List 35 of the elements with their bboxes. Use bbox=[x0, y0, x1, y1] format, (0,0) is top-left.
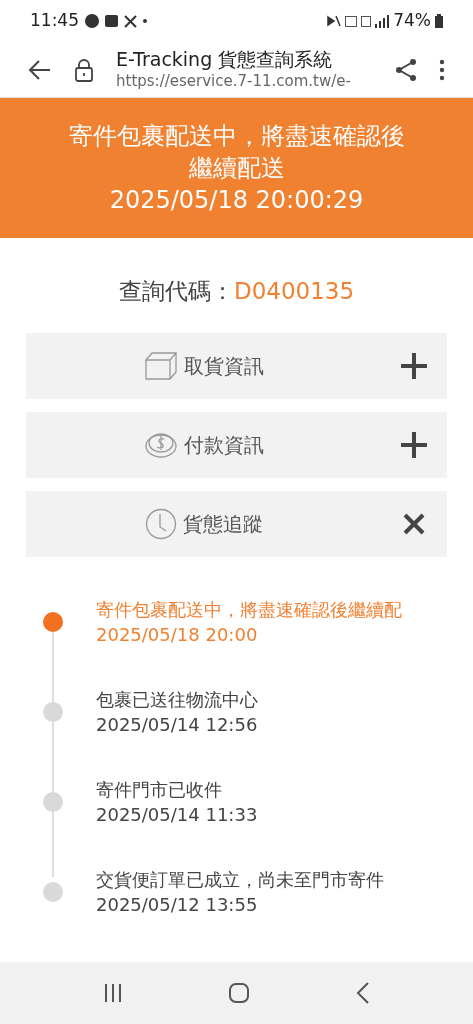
menu-icon[interactable] bbox=[439, 58, 445, 81]
query-label: 查詢代碼： bbox=[118, 277, 234, 306]
timeline-status: 寄件門市已收件 bbox=[96, 777, 223, 802]
timeline-status: 包裹已送往物流中心 bbox=[96, 687, 258, 712]
section-header[interactable]: 付款資訊 bbox=[26, 411, 447, 478]
x-icon bbox=[124, 14, 137, 28]
banner-time: 2025/05/18 20:00:29 bbox=[109, 185, 364, 216]
query-code: D0400135 bbox=[233, 277, 355, 306]
box-icon bbox=[143, 350, 178, 381]
timeline-status: 交貨便訂單已成立，尚未至門市寄件 bbox=[96, 867, 384, 892]
back-nav-icon[interactable] bbox=[356, 982, 371, 1004]
timeline-time: 2025/05/14 12:56 bbox=[96, 712, 258, 737]
section-header[interactable]: 貨態追蹤 bbox=[26, 490, 447, 557]
battery-percent: 74% bbox=[393, 9, 431, 33]
recent-apps-icon[interactable] bbox=[102, 983, 123, 1003]
battery-icon bbox=[435, 14, 443, 28]
back-icon[interactable] bbox=[28, 58, 52, 81]
plus-icon[interactable] bbox=[401, 352, 427, 379]
dot-icon bbox=[143, 19, 147, 23]
timeline-time: 2025/05/18 20:00 bbox=[96, 622, 259, 647]
close-icon[interactable] bbox=[403, 512, 425, 535]
lock-icon[interactable] bbox=[74, 57, 94, 82]
clock-icon bbox=[144, 507, 177, 540]
timeline-time: 2025/05/14 11:33 bbox=[96, 802, 258, 827]
home-icon[interactable] bbox=[228, 982, 251, 1004]
share-icon[interactable] bbox=[395, 57, 417, 82]
section-header[interactable]: 取貨資訊 bbox=[26, 332, 447, 399]
page-url[interactable]: https://eservice.7-11.com.tw/e- bbox=[116, 72, 373, 91]
banner-status: 寄件包裹配送中，將盡速確認後繼續配送 bbox=[67, 121, 406, 184]
signal-icon bbox=[375, 14, 390, 28]
timeline-status: 寄件包裹配送中，將盡速確認後繼續配 bbox=[96, 597, 402, 622]
clock-time: 11:45 bbox=[30, 9, 79, 33]
page-title: E-Tracking 貨態查詢系統 bbox=[116, 48, 334, 72]
timeline-time: 2025/05/12 13:55 bbox=[96, 892, 259, 917]
plus-icon[interactable] bbox=[401, 431, 427, 458]
